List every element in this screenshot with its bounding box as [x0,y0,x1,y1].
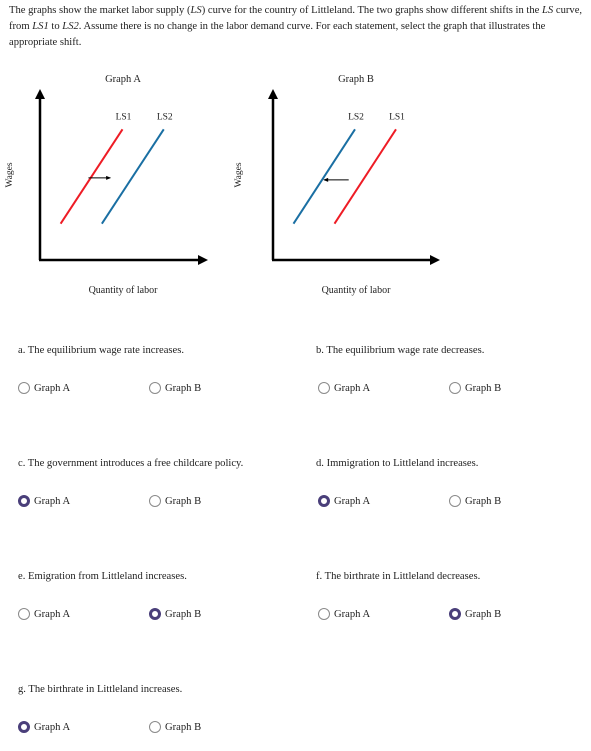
option-label: Graph A [34,721,71,733]
intro-text: The graphs show the market labor supply … [9,5,191,16]
curve-label-ls2: LS2 [348,112,364,122]
option-label: Graph A [34,382,71,394]
radio-option-graph-a[interactable]: Graph A [18,721,70,733]
radio-unselected-icon[interactable] [318,608,330,620]
x-axis-label: Quantity of labor [322,285,392,296]
radio-unselected-icon[interactable] [149,495,161,507]
option-label: Graph A [34,495,71,507]
radio-selected-icon[interactable] [318,495,330,507]
radio-unselected-icon[interactable] [18,608,30,620]
question-label: d. Immigration to Littleland increases. [316,458,479,469]
graph-title: Graph B [338,74,374,85]
radio-unselected-icon[interactable] [18,382,30,394]
option-label: Graph A [334,382,371,394]
option-label: Graph B [465,382,502,394]
option-label: Graph A [34,608,71,620]
radio-unselected-icon[interactable] [449,382,461,394]
supply-curve-ls2 [292,128,356,225]
option-label: Graph B [465,608,502,620]
curve-label-ls1: LS1 [389,112,405,122]
radio-option-graph-a[interactable]: Graph A [18,608,70,620]
option-label: Graph A [334,495,371,507]
radio-option-graph-a[interactable]: Graph A [18,382,70,394]
supply-curve-ls1 [59,128,124,225]
radio-option-graph-a[interactable]: Graph A [18,495,70,507]
y-axis-label: Wages [234,162,244,187]
radio-option-graph-b[interactable]: Graph B [449,382,501,394]
radio-option-graph-a[interactable]: Graph A [318,608,370,620]
instructions: The graphs show the market labor supply … [9,3,584,51]
radio-option-graph-b[interactable]: Graph B [149,721,201,733]
radio-option-graph-b[interactable]: Graph B [149,382,201,394]
option-label: Graph B [465,495,502,507]
radio-selected-icon[interactable] [18,495,30,507]
graph-title: Graph A [105,74,141,85]
option-label: Graph B [165,721,202,733]
radio-option-graph-b[interactable]: Graph B [449,608,501,620]
question-label: c. The government introduces a free chil… [18,458,244,469]
curve-label-ls2: LS2 [157,112,173,122]
radio-unselected-icon[interactable] [449,495,461,507]
radio-option-graph-b[interactable]: Graph B [149,495,201,507]
radio-selected-icon[interactable] [18,721,30,733]
curve-label-ls1: LS1 [116,112,132,122]
option-label: Graph B [165,495,202,507]
question-label: f. The birthrate in Littleland decreases… [316,571,481,582]
intro-text: . Assume there is no change in the labor… [9,21,546,48]
y-axis-label: Wages [5,162,15,187]
x-axis-label: Quantity of labor [89,285,159,296]
intro-ls: LS [542,5,554,16]
radio-option-graph-b[interactable]: Graph B [449,495,501,507]
radio-selected-icon[interactable] [149,608,161,620]
question-label: b. The equilibrium wage rate decreases. [316,345,485,356]
option-label: Graph A [334,608,371,620]
intro-text: to [48,21,63,32]
intro-ls2: LS2 [62,21,79,32]
radio-unselected-icon[interactable] [318,382,330,394]
option-label: Graph B [165,382,202,394]
intro-text: ) curve for the country of Littleland. T… [201,5,543,16]
graphs: Graph A Quantity of labor Wages LS1 LS2 Graph… [5,74,440,296]
option-label: Graph B [165,608,202,620]
radio-selected-icon[interactable] [449,608,461,620]
question-label: g. The birthrate in Littleland increases… [18,684,183,695]
question-label: e. Emigration from Littleland increases. [18,571,187,582]
radio-option-graph-a[interactable]: Graph A [318,382,370,394]
radio-unselected-icon[interactable] [149,382,161,394]
question-label: a. The equilibrium wage rate increases. [18,345,184,356]
intro-ls: LS [190,5,202,16]
intro-ls1: LS1 [32,21,49,32]
supply-curve-ls1 [333,128,397,225]
radio-option-graph-b[interactable]: Graph B [149,608,201,620]
radio-option-graph-a[interactable]: Graph A [318,495,370,507]
radio-unselected-icon[interactable] [149,721,161,733]
supply-curve-ls2 [101,128,165,225]
